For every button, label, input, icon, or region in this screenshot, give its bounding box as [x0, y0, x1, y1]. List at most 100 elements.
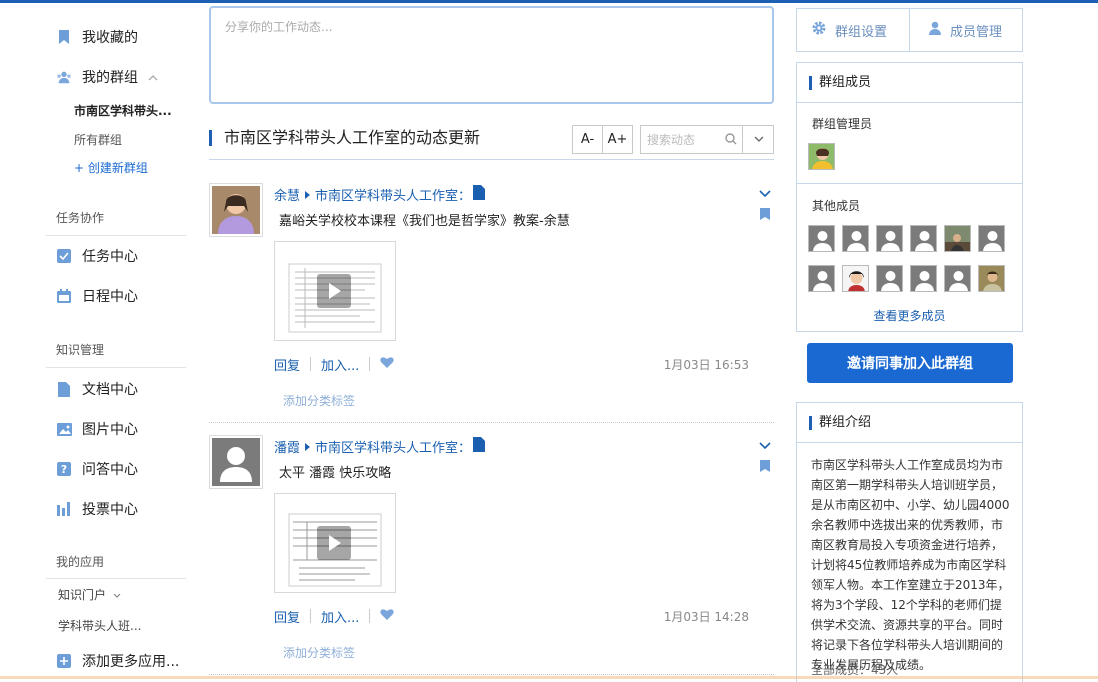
- document-icon: [473, 185, 486, 204]
- avatar[interactable]: [209, 183, 263, 237]
- avatar-photo: [212, 186, 260, 234]
- add-to-button[interactable]: 加入...: [321, 355, 359, 374]
- sidebar-item-task-center[interactable]: 任务中心: [56, 244, 138, 268]
- calendar-icon: [56, 288, 72, 304]
- play-icon[interactable]: [317, 274, 351, 308]
- sidebar-item-schedule[interactable]: 日程中心: [56, 284, 138, 308]
- app-leader-class[interactable]: 学科带头人班...: [58, 617, 141, 634]
- feed-post: 余慧 市南区学科带头人工作室 ： 嘉峪关学校校本课程《我们也是哲学家》教案-余慧…: [209, 183, 774, 423]
- reply-button[interactable]: 回复: [274, 607, 300, 626]
- play-icon[interactable]: [317, 526, 351, 560]
- divider: [797, 183, 1022, 184]
- member-avatar[interactable]: [944, 265, 971, 292]
- author-link[interactable]: 余慧: [274, 185, 300, 204]
- heart-icon[interactable]: [380, 608, 395, 624]
- add-tag-link[interactable]: 添加分类标签: [283, 644, 355, 661]
- divider: [46, 367, 186, 368]
- sidebar-item-label: 日程中心: [82, 289, 138, 305]
- sidebar-item-label: 问答中心: [82, 462, 138, 478]
- sidebar-item-label: 添加更多应用...: [82, 654, 180, 670]
- group-all[interactable]: 所有群组: [74, 131, 122, 148]
- caret-right-icon: [305, 442, 311, 451]
- image-icon: [56, 421, 72, 437]
- sidebar-item-favorites[interactable]: 我收藏的: [56, 25, 138, 49]
- post-actions: 回复 加入...: [274, 607, 395, 626]
- group-settings-button[interactable]: 群组设置: [811, 9, 887, 51]
- admin-avatar[interactable]: [808, 143, 835, 170]
- group-current[interactable]: 市南区学科带头...: [74, 102, 172, 119]
- divider: [369, 609, 371, 623]
- group-link[interactable]: 市南区学科带头人工作室: [315, 185, 458, 204]
- colon: ：: [458, 189, 472, 204]
- member-avatar[interactable]: [876, 265, 903, 292]
- avatar[interactable]: [209, 435, 263, 489]
- sidebar-item-docs[interactable]: 文档中心: [56, 377, 138, 401]
- feed-search: [640, 125, 774, 154]
- video-thumbnail[interactable]: [274, 493, 396, 593]
- members-title: 群组成员: [809, 76, 871, 90]
- caret-right-icon: [305, 190, 311, 199]
- intro-title: 群组介绍: [809, 416, 871, 430]
- video-thumbnail[interactable]: [274, 241, 396, 341]
- sidebar-item-qa[interactable]: ? 问答中心: [56, 457, 138, 481]
- bookmark-icon[interactable]: [760, 208, 770, 220]
- question-icon: ?: [56, 461, 72, 477]
- post-composer-input[interactable]: [211, 8, 772, 102]
- divider: [209, 674, 774, 675]
- heart-icon[interactable]: [380, 356, 395, 372]
- member-avatar[interactable]: [842, 225, 869, 252]
- bookmark-icon[interactable]: [760, 460, 770, 472]
- chevron-down-icon[interactable]: [759, 187, 771, 198]
- member-avatar[interactable]: [910, 265, 937, 292]
- sidebar-item-images[interactable]: 图片中心: [56, 417, 138, 441]
- sidebar-item-vote[interactable]: 投票中心: [56, 497, 138, 521]
- divider: [369, 357, 371, 371]
- post-header: 潘霞 市南区学科带头人工作室 ：: [274, 437, 486, 456]
- chevron-down-icon[interactable]: [759, 439, 771, 450]
- bookmark-icon: [56, 29, 72, 45]
- member-avatar[interactable]: [808, 225, 835, 252]
- font-smaller-button[interactable]: A-: [572, 125, 603, 154]
- group-link[interactable]: 市南区学科带头人工作室: [315, 437, 458, 456]
- chevron-down-icon: [113, 588, 121, 602]
- post-composer: [209, 6, 774, 104]
- invite-button[interactable]: 邀请同事加入此群组: [807, 343, 1013, 383]
- add-to-button[interactable]: 加入...: [321, 607, 359, 626]
- svg-text:?: ?: [61, 463, 67, 476]
- user-icon: [928, 21, 942, 39]
- chevron-down-icon: [754, 136, 763, 142]
- document-icon: [473, 437, 486, 456]
- feed-title: 市南区学科带头人工作室的动态更新: [209, 130, 480, 146]
- sidebar-item-my-groups[interactable]: 我的群组: [56, 65, 158, 89]
- post-content: 太平 潘霞 快乐攻略: [279, 466, 392, 481]
- author-link[interactable]: 潘霞: [274, 437, 300, 456]
- sidebar-item-label: 我的群组: [82, 70, 138, 86]
- member-avatar[interactable]: [876, 225, 903, 252]
- search-input[interactable]: [647, 131, 723, 149]
- app-portal[interactable]: 知识门户: [58, 586, 121, 603]
- group-toolbar: 群组设置 成员管理: [796, 8, 1023, 52]
- add-tag-link[interactable]: 添加分类标签: [283, 392, 355, 409]
- member-avatar[interactable]: [978, 265, 1005, 292]
- section-apps: 我的应用: [56, 555, 105, 569]
- member-avatar[interactable]: [910, 225, 937, 252]
- post-timestamp: 1月03日 16:53: [663, 358, 749, 372]
- group-settings-label: 群组设置: [835, 24, 888, 40]
- post-header: 余慧 市南区学科带头人工作室 ：: [274, 185, 486, 204]
- filter-dropdown[interactable]: [742, 126, 774, 153]
- member-manage-button[interactable]: 成员管理: [928, 9, 1002, 51]
- divider: [209, 422, 774, 423]
- more-members-link[interactable]: 查看更多成员: [797, 307, 1022, 324]
- bar-chart-icon: [56, 501, 72, 517]
- member-avatar[interactable]: [978, 225, 1005, 252]
- reply-button[interactable]: 回复: [274, 355, 300, 374]
- member-avatar[interactable]: [842, 265, 869, 292]
- create-group-link[interactable]: + 创建新群组: [74, 159, 148, 176]
- intro-panel: 群组介绍 市南区学科带头人工作室成员均为市南区第一期学科带头人培训班学员，是从市…: [796, 402, 1023, 682]
- add-apps-button[interactable]: 添加更多应用...: [56, 649, 179, 673]
- font-larger-button[interactable]: A+: [602, 125, 633, 154]
- search-icon[interactable]: [724, 132, 740, 148]
- member-avatar[interactable]: [944, 225, 971, 252]
- chevron-up-icon[interactable]: [148, 69, 158, 85]
- member-avatar[interactable]: [808, 265, 835, 292]
